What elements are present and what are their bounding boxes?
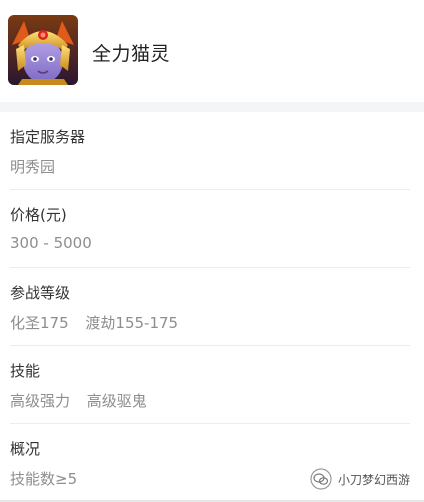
battle-level-value: 化圣175 渡劫155-175 <box>10 312 178 333</box>
pet-portrait-image <box>8 15 78 85</box>
listing-detail-page: 全力猫灵 指定服务器 明秀园 价格(元) 300 - 5000 参战等级 化圣1… <box>0 0 424 502</box>
server-value: 明秀园 <box>10 156 55 177</box>
section-separator-band <box>0 102 424 112</box>
price-value: 300 - 5000 <box>10 234 92 252</box>
overview-item: 技能数≥5 <box>10 470 78 488</box>
server-label: 指定服务器 <box>10 128 86 146</box>
section-skills: 技能 高级强力 高级驱鬼 <box>0 346 424 424</box>
section-overview: 概况 技能数≥5 <box>0 424 424 502</box>
overview-value: 技能数≥5 <box>10 468 77 489</box>
section-battle-level: 参战等级 化圣175 渡劫155-175 <box>0 268 424 346</box>
wechat-official-account-icon <box>310 468 332 490</box>
detail-sections: 指定服务器 明秀园 价格(元) 300 - 5000 参战等级 化圣175 渡劫… <box>0 112 424 502</box>
section-server: 指定服务器 明秀园 <box>0 112 424 190</box>
battle-level-item: 渡劫155-175 <box>85 314 179 332</box>
skills-label: 技能 <box>10 362 41 380</box>
skills-value: 高级强力 高级驱鬼 <box>10 390 147 411</box>
pet-name: 全力猫灵 <box>92 43 171 65</box>
overview-label: 概况 <box>10 440 41 458</box>
battle-level-item: 化圣175 <box>10 314 69 332</box>
server-name: 明秀园 <box>10 158 56 176</box>
pet-avatar <box>8 15 78 85</box>
skill-item: 高级驱鬼 <box>86 392 147 410</box>
battle-level-label: 参战等级 <box>10 284 71 302</box>
pet-header: 全力猫灵 <box>0 0 424 102</box>
section-price: 价格(元) 300 - 5000 <box>0 190 424 268</box>
watermark: 小刀梦幻西游 <box>310 468 410 490</box>
watermark-text: 小刀梦幻西游 <box>337 472 410 487</box>
price-label: 价格(元) <box>10 206 67 224</box>
skill-item: 高级强力 <box>10 392 71 410</box>
price-range: 300 - 5000 <box>10 234 92 252</box>
